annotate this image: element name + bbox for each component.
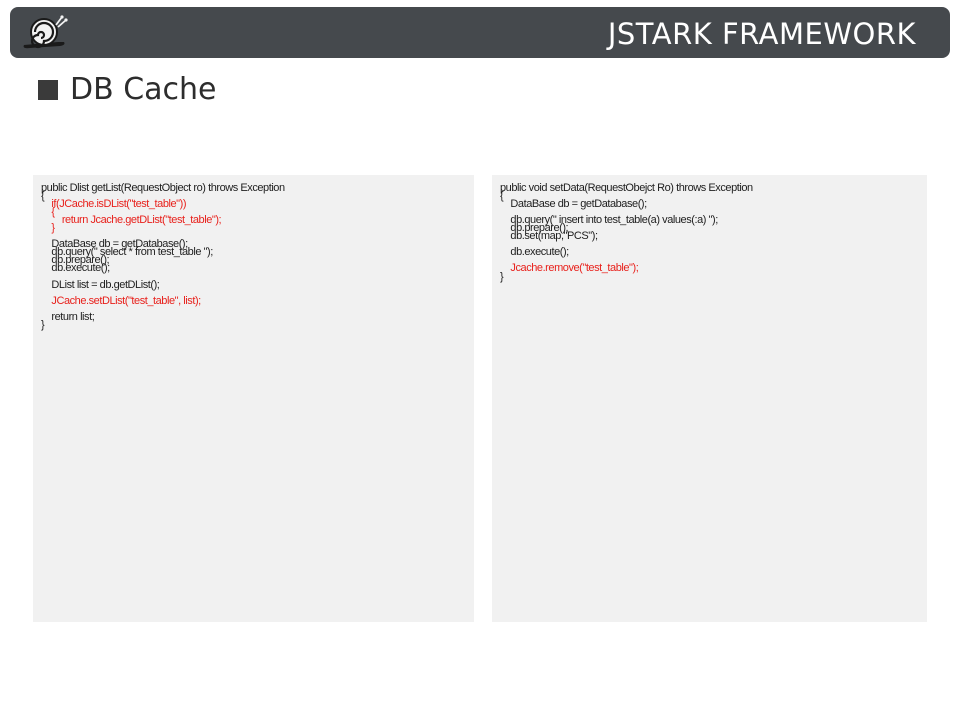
code-line: DataBase db = getDatabase(); [500,198,647,211]
right-code-panel: public void setData(RequestObejct Ro) th… [492,175,927,622]
code-line: db.set(map,"PCS"); [500,230,598,243]
snail-logo-icon [23,15,68,49]
code-line: if(JCache.isDList("test_table")) [41,198,187,211]
code-line: return Jcache.getDList("test_table"); [41,214,222,227]
page-title-text: DB Cache [70,72,217,107]
code-line: public Dlist getList(RequestObject ro) t… [41,182,285,194]
left-code-panel: public Dlist getList(RequestObject ro) t… [33,175,474,622]
code-line: Jcache.remove("test_table"); [500,262,639,275]
page-title: DB Cache [38,70,217,110]
title-bullet-square [38,80,58,100]
framework-title: JSTARK FRAMEWORK [607,17,916,51]
code-line: db.execute(); [500,246,569,259]
code-line: public void setData(RequestObejct Ro) th… [500,182,753,194]
code-line: JCache.setDList("test_table", list); [41,294,201,307]
code-line: db.execute(); [41,262,110,275]
code-line: } [41,318,45,331]
code-line: DList list = db.getDList(); [41,278,160,291]
code-line: return list; [41,310,95,323]
header-bar: JSTARK FRAMEWORK [10,7,950,58]
